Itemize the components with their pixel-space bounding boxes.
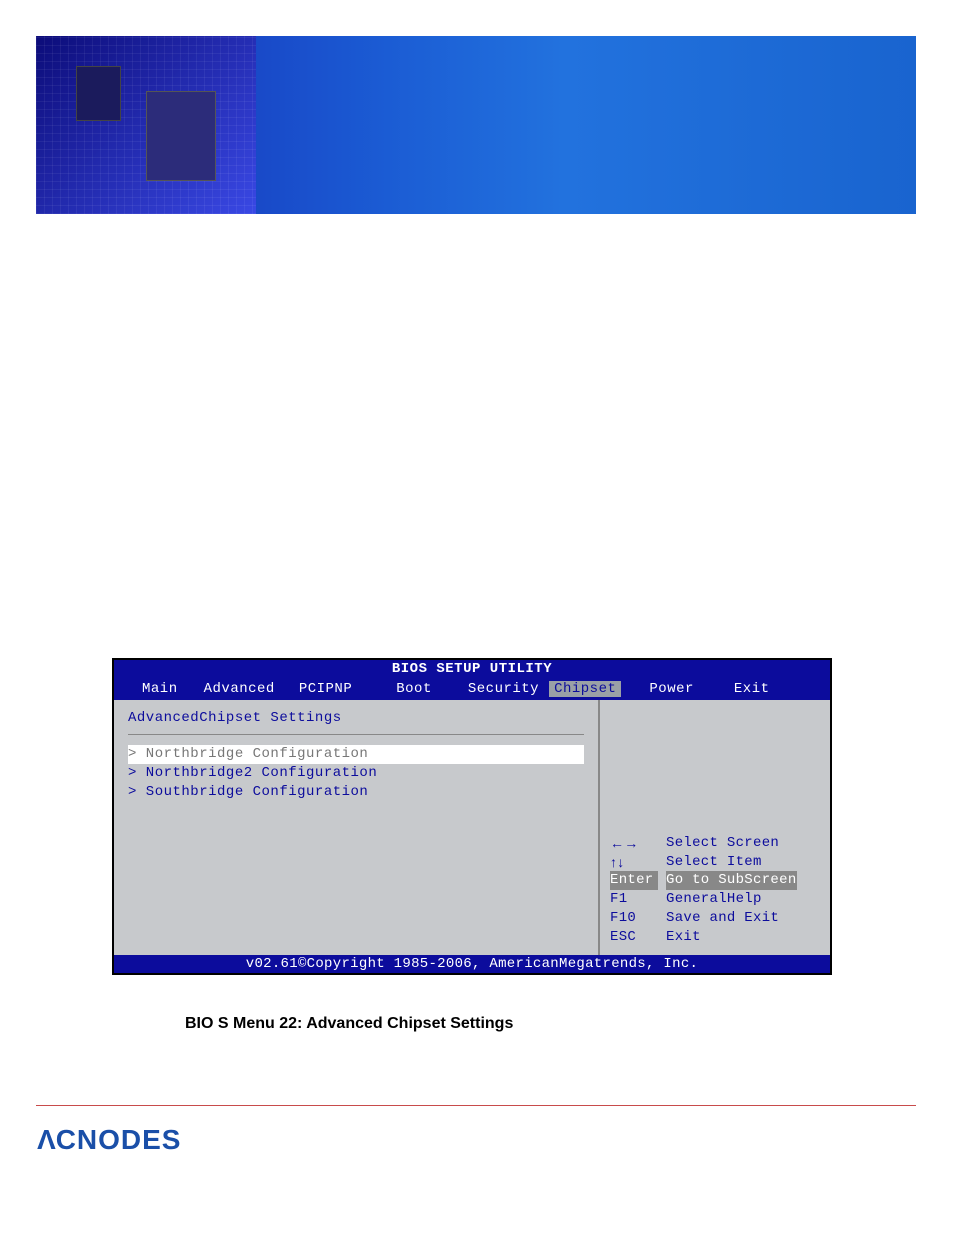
menu-item-northbridge2[interactable]: > Northbridge2 Configuration <box>128 764 584 783</box>
tab-pcipnp[interactable]: PCIPNP <box>291 681 360 697</box>
help-block: ←→ Select Screen ↑↓ Select Item Enter Go… <box>610 834 820 947</box>
help-row-f10: F10 Save and Exit <box>610 909 820 928</box>
help-row-f1: F1 GeneralHelp <box>610 890 820 909</box>
menu-item-southbridge[interactable]: > Southbridge Configuration <box>128 783 584 802</box>
help-row-select-screen: ←→ Select Screen <box>610 834 820 853</box>
tab-chipset[interactable]: Chipset <box>549 681 621 697</box>
brand-text: CNODES <box>56 1124 182 1155</box>
tab-boot[interactable]: Boot <box>388 681 440 697</box>
bios-title: BIOS SETUP UTILITY <box>114 660 830 678</box>
help-text-enter: Go to SubScreen <box>666 871 797 890</box>
chip-graphic-1 <box>146 91 216 181</box>
page-divider <box>36 1105 916 1106</box>
up-down-arrow-icon: ↑↓ <box>610 853 658 872</box>
help-key-f1: F1 <box>610 890 658 909</box>
help-text-esc: Exit <box>666 928 701 947</box>
help-key-f10: F10 <box>610 909 658 928</box>
bios-utility-window: BIOS SETUP UTILITY Main Advanced PCIPNP … <box>112 658 832 975</box>
section-divider <box>128 734 584 735</box>
help-key-enter: Enter <box>610 871 658 890</box>
tab-exit[interactable]: Exit <box>726 681 778 697</box>
brand-logo: ΛCNODES <box>36 1124 181 1156</box>
bios-right-pane: ←→ Select Screen ↑↓ Select Item Enter Go… <box>600 700 830 955</box>
bios-body: AdvancedChipset Settings > Northbridge C… <box>114 700 830 955</box>
chip-graphic-2 <box>76 66 121 121</box>
header-banner <box>36 36 916 214</box>
bios-footer: v02.61©Copyright 1985-2006, AmericanMega… <box>114 955 830 973</box>
tab-main[interactable]: Main <box>134 681 186 697</box>
help-key-esc: ESC <box>610 928 658 947</box>
figure-caption: BIO S Menu 22: Advanced Chipset Settings <box>185 1015 513 1033</box>
bios-tab-bar: Main Advanced PCIPNP Boot Security Chips… <box>114 678 830 700</box>
help-text-select-item: Select Item <box>666 853 762 872</box>
help-row-enter: Enter Go to SubScreen <box>610 871 820 890</box>
help-text-select-screen: Select Screen <box>666 834 779 853</box>
tab-security[interactable]: Security <box>460 681 547 697</box>
bios-left-pane: AdvancedChipset Settings > Northbridge C… <box>114 700 600 955</box>
help-row-select-item: ↑↓ Select Item <box>610 853 820 872</box>
logo-icon: Λ <box>36 1124 56 1156</box>
help-text-f10: Save and Exit <box>666 909 779 928</box>
tab-power[interactable]: Power <box>641 681 702 697</box>
help-row-esc: ESC Exit <box>610 928 820 947</box>
tab-advanced[interactable]: Advanced <box>196 681 283 697</box>
menu-item-northbridge[interactable]: > Northbridge Configuration <box>128 745 584 764</box>
help-text-f1: GeneralHelp <box>666 890 762 909</box>
section-title: AdvancedChipset Settings <box>128 710 584 726</box>
left-right-arrow-icon: ←→ <box>610 834 658 853</box>
